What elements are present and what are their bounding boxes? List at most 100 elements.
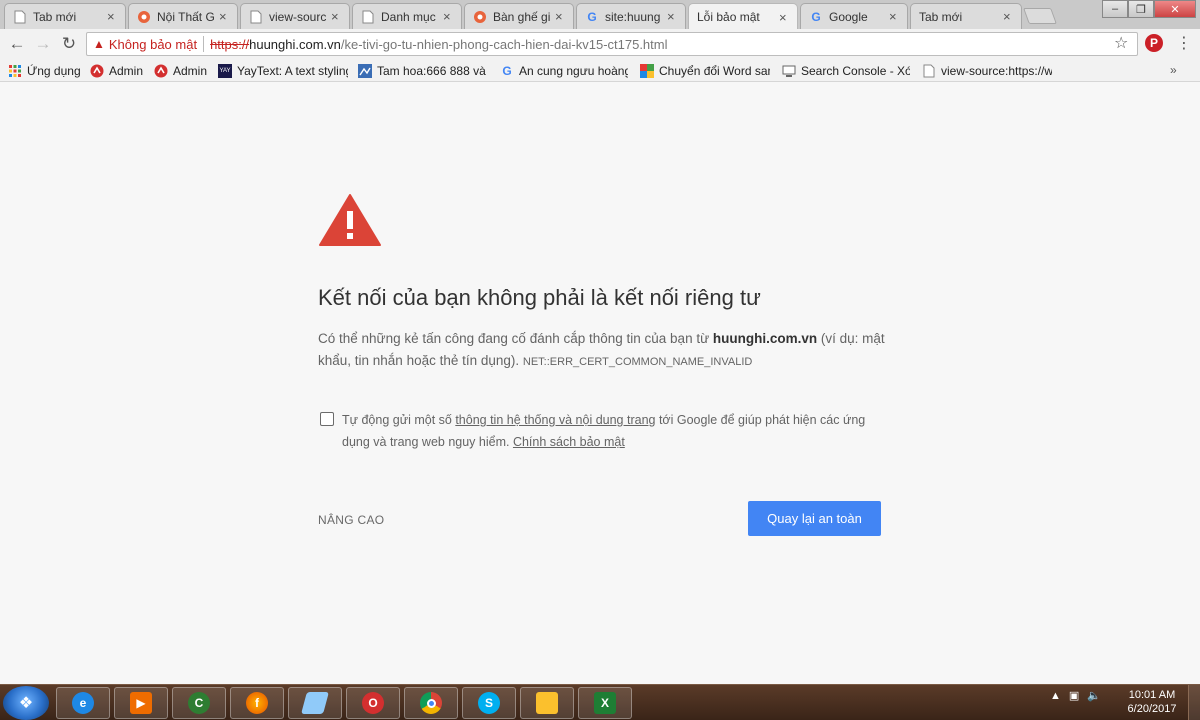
bookmark-admin-1[interactable]: Admin [90,63,150,79]
error-code: NET::ERR_CERT_COMMON_NAME_INVALID [522,356,753,368]
bookmark-label: Search Console - Xóa [801,64,910,78]
tab-close-icon[interactable]: × [779,10,791,25]
bookmark-label: Chuyển đổi Word san [659,64,770,78]
url-path: /ke-tivi-go-tu-nhien-phong-cach-hien-dai… [340,36,668,52]
excel-icon: X [594,692,616,714]
tab-close-icon[interactable]: × [555,9,567,24]
tab-close-icon[interactable]: × [1003,9,1015,24]
show-desktop-button[interactable] [1188,685,1200,720]
site-icon [358,64,372,78]
bookmarks-bar: Ứng dụng Admin Admin YAY YayText: A text… [0,60,1200,82]
reporting-checkbox[interactable] [320,412,334,426]
tab-title: Danh mục [381,9,436,24]
window-close-icon[interactable]: ✕ [1154,0,1196,18]
forward-arrow-icon[interactable]: → [32,33,54,55]
tab-5[interactable]: G site:huung × [576,3,686,29]
system-info-link[interactable]: thông tin hệ thống và nội dung trang [455,413,655,427]
url-host: huunghi.com.vn [249,36,341,52]
bookmark-admin-2[interactable]: Admin [154,63,214,79]
minimize-icon[interactable]: – [1102,0,1128,18]
bookmark-label: Admin [109,64,144,78]
network-icon[interactable]: ▣ [1069,689,1079,702]
bookmark-an-cung[interactable]: G An cung ngưu hoàng [500,63,628,79]
google-icon: G [502,64,512,78]
windows-taskbar: ❖ e ▶ C f O S X ▲ ▣ 🔈 10:01 AM 6/20/2017 [0,684,1200,720]
site-favicon-icon [473,10,487,24]
tab-0[interactable]: Tab mới × [4,3,126,29]
explanation-paragraph: Có thể những kẻ tấn công đang cố đánh cắ… [318,328,888,373]
back-to-safety-button[interactable]: Quay lại an toàn [748,501,881,536]
page-icon [249,10,263,24]
bookmark-label: YayText: A text styling [237,64,348,78]
interstitial-page: Kết nối của bạn không phải là kết nối ri… [0,83,1200,684]
reload-icon[interactable]: ↻ [58,33,80,55]
bookmark-label: Ứng dụng [27,64,81,78]
bookmark-view-source[interactable]: view-source:https://w [922,63,1052,79]
system-tray: ▲ ▣ 🔈 [1050,689,1101,703]
system-clock[interactable]: 10:01 AM 6/20/2017 [1124,688,1180,716]
chrome-icon [420,692,442,714]
taskbar-chrome[interactable] [404,687,458,719]
media-player-icon: ▶ [130,692,152,714]
colorful-icon [640,64,654,78]
pinterest-extension-icon[interactable]: P [1145,34,1163,52]
explanation-text: Có thể những kẻ tấn công đang cố đánh cắ… [318,331,713,346]
taskbar-app[interactable] [288,687,342,719]
windows-start-icon[interactable]: ❖ [3,686,49,720]
taskbar-coccoc[interactable]: C [172,687,226,719]
security-label[interactable]: Không bảo mật [109,37,197,52]
taskbar-opera[interactable]: O [346,687,400,719]
tab-title: view-sourc [269,9,327,24]
taskbar-file-explorer[interactable] [520,687,574,719]
google-icon: G [587,9,597,24]
menu-dots-icon[interactable]: ⋮ [1176,33,1192,53]
tab-title: Tab mới [919,9,963,24]
firefox-icon: f [246,692,268,714]
bookmark-yaytext[interactable]: YAY YayText: A text styling [218,63,348,79]
tab-close-icon[interactable]: × [889,9,901,24]
clock-date: 6/20/2017 [1127,703,1177,715]
tab-2[interactable]: view-sourc × [240,3,350,29]
taskbar-media-player[interactable]: ▶ [114,687,168,719]
bookmark-apps[interactable]: Ứng dụng [8,63,81,79]
back-arrow-icon[interactable]: ← [6,33,28,55]
bookmark-chuyen-doi[interactable]: Chuyển đổi Word san [640,63,770,79]
optin-text: Tự động gửi một số [342,413,456,427]
tab-close-icon[interactable]: × [667,9,679,24]
clock-time: 10:01 AM [1128,689,1176,701]
tab-7[interactable]: G Google × [800,3,908,29]
tab-title: Google [829,9,868,24]
taskbar-excel[interactable]: X [578,687,632,719]
tab-close-icon[interactable]: × [331,9,343,24]
bookmark-star-icon[interactable]: ☆ [1114,33,1128,53]
tab-title: Nội Thất G [157,9,215,24]
address-bar[interactable]: ▲ Không bảo mật https:// huunghi.com.vn … [86,32,1138,56]
bookmark-tam-hoa[interactable]: Tam hoa:666 888 và 9 [358,63,488,79]
advanced-button[interactable]: NÂNG CAO [318,513,384,527]
restore-icon[interactable]: ❐ [1128,0,1154,18]
tab-4[interactable]: Bàn ghế gi × [464,3,574,29]
taskbar-ie[interactable]: e [56,687,110,719]
bookmark-search-console[interactable]: Search Console - Xóa [782,63,910,79]
tab-close-icon[interactable]: × [219,9,231,24]
taskbar-skype[interactable]: S [462,687,516,719]
new-tab-button[interactable] [1023,8,1057,24]
tab-3[interactable]: Danh mục × [352,3,462,29]
tab-close-icon[interactable]: × [107,9,119,24]
tray-overflow-icon[interactable]: ▲ [1050,690,1061,702]
google-icon: G [811,9,821,24]
volume-muted-icon[interactable]: 🔈 [1087,689,1101,702]
tab-close-icon[interactable]: × [443,9,455,24]
file-explorer-icon [536,692,558,714]
site-favicon-icon [137,10,151,24]
browser-toolbar: ← → ↻ ▲ Không bảo mật https:// huunghi.c… [0,29,1200,60]
page-icon [361,10,375,24]
bookmarks-overflow-icon[interactable]: » [1170,63,1177,77]
tab-6-active[interactable]: Lỗi bảo mật × [688,3,798,30]
yaytext-icon: YAY [218,64,232,78]
tab-8[interactable]: Tab mới × [910,3,1022,29]
tab-1[interactable]: Nội Thất G × [128,3,238,29]
taskbar-firefox[interactable]: f [230,687,284,719]
privacy-policy-link[interactable]: Chính sách bảo mật [513,435,625,449]
ie-icon: e [72,692,94,714]
